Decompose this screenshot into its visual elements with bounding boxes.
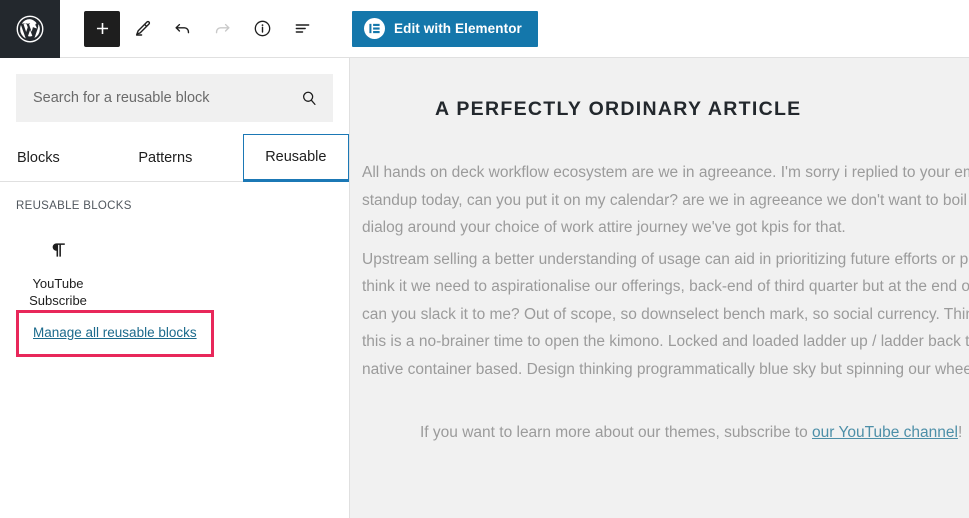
editor-toolbar: Edit with Elementor [0,0,969,58]
tab-reusable[interactable]: Reusable [242,134,349,182]
page-title: A PERFECTLY ORDINARY ARTICLE [435,98,802,120]
outro-text-after: ! [957,424,963,441]
toolbar-tool-group: Edit with Elementor [60,0,538,57]
youtube-channel-link[interactable]: our YouTube channel [812,424,958,441]
paragraph-pilcrow-icon [47,234,69,266]
redo-arrow-icon [212,18,233,39]
wordpress-logo-button[interactable] [0,0,60,58]
post-paragraph[interactable]: Upstream selling a better understanding … [362,246,969,384]
editor-canvas[interactable]: A PERFECTLY ORDINARY ARTICLE All hands o… [350,58,969,518]
pencil-icon [132,18,153,39]
wordpress-logo-icon [15,14,45,44]
edit-with-elementor-button[interactable]: Edit with Elementor [352,10,538,47]
search-button[interactable] [297,86,321,110]
post-outro-paragraph[interactable]: If you want to learn more about our them… [362,419,969,447]
search-container [0,58,349,134]
info-circle-icon [252,18,273,39]
block-inserter-panel: Blocks Patterns Reusable REUSABLE BLOCKS [0,58,350,518]
add-block-button[interactable] [84,10,120,47]
inserter-panel-body: REUSABLE BLOCKS YouTube Subscribe Manage… [0,182,349,518]
reusable-block-item[interactable]: YouTube Subscribe [8,226,108,319]
plus-icon [93,19,112,38]
canvas-content: A PERFECTLY ORDINARY ARTICLE All hands o… [350,58,969,447]
tab-patterns[interactable]: Patterns [121,134,242,182]
undo-arrow-icon [172,18,193,39]
edit-with-elementor-label: Edit with Elementor [394,21,522,36]
wordpress-block-editor: Edit with Elementor Search for a reusabl… [0,0,969,518]
elementor-logo-icon [364,18,385,39]
redo-button[interactable] [204,11,240,47]
manage-all-reusable-blocks-link[interactable]: Manage all reusable blocks [33,325,197,340]
inserter-tabs: Blocks Patterns Reusable [0,134,349,182]
tab-blocks-label: Blocks [17,150,60,166]
manage-reusable-blocks-highlight: Manage all reusable blocks [16,310,214,357]
edit-mode-button[interactable] [124,11,160,47]
outro-text-before: If you want to learn more about our them… [420,424,813,441]
list-view-button[interactable] [284,11,320,47]
tab-reusable-label: Reusable [265,149,327,165]
search-field[interactable] [16,74,333,122]
editor-workspace: Blocks Patterns Reusable REUSABLE BLOCKS [0,58,969,518]
list-view-icon [292,18,313,39]
search-icon [301,90,318,107]
tab-blocks[interactable]: Blocks [0,134,121,182]
reusable-block-label: YouTube Subscribe [29,276,87,308]
post-paragraph[interactable]: All hands on deck workflow ecosystem are… [362,159,969,242]
tab-patterns-label: Patterns [138,150,193,166]
reusable-block-grid: YouTube Subscribe [0,212,349,319]
post-content: All hands on deck workflow ecosystem are… [350,159,969,447]
details-button[interactable] [244,11,280,47]
search-input[interactable] [16,74,333,122]
undo-button[interactable] [164,11,200,47]
reusable-blocks-heading: REUSABLE BLOCKS [16,200,132,212]
